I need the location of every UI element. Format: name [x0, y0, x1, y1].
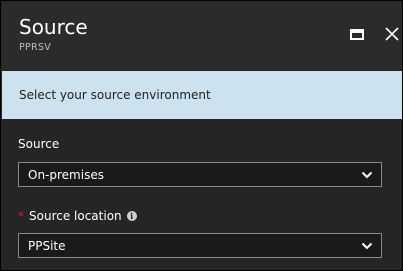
source-location-label-text: Source location	[29, 209, 122, 223]
banner-text: Select your source environment	[19, 88, 211, 102]
source-dropdown-value: On-premises	[28, 167, 104, 182]
close-button[interactable]	[380, 22, 402, 46]
blade-subtitle: PPRSV	[19, 42, 52, 53]
source-location-dropdown[interactable]: PPSite	[18, 233, 382, 258]
info-banner: Select your source environment	[2, 71, 402, 119]
source-blade: Source PPRSV Select your source environm…	[0, 0, 403, 271]
chevron-down-icon	[361, 242, 373, 250]
source-dropdown[interactable]: On-premises	[18, 162, 382, 187]
source-label-text: Source	[18, 137, 60, 151]
blade-title: Source	[19, 15, 88, 39]
source-label: Source	[18, 137, 59, 151]
chevron-down-icon	[361, 171, 373, 179]
maximize-icon	[350, 28, 364, 40]
source-location-dropdown-value: PPSite	[28, 238, 66, 253]
info-icon[interactable]: i	[126, 211, 137, 221]
source-location-label: * Source location i	[18, 209, 137, 223]
close-icon	[385, 27, 399, 41]
blade-header: Source PPRSV	[2, 2, 402, 70]
maximize-button[interactable]	[347, 24, 367, 44]
required-marker: *	[18, 209, 24, 223]
